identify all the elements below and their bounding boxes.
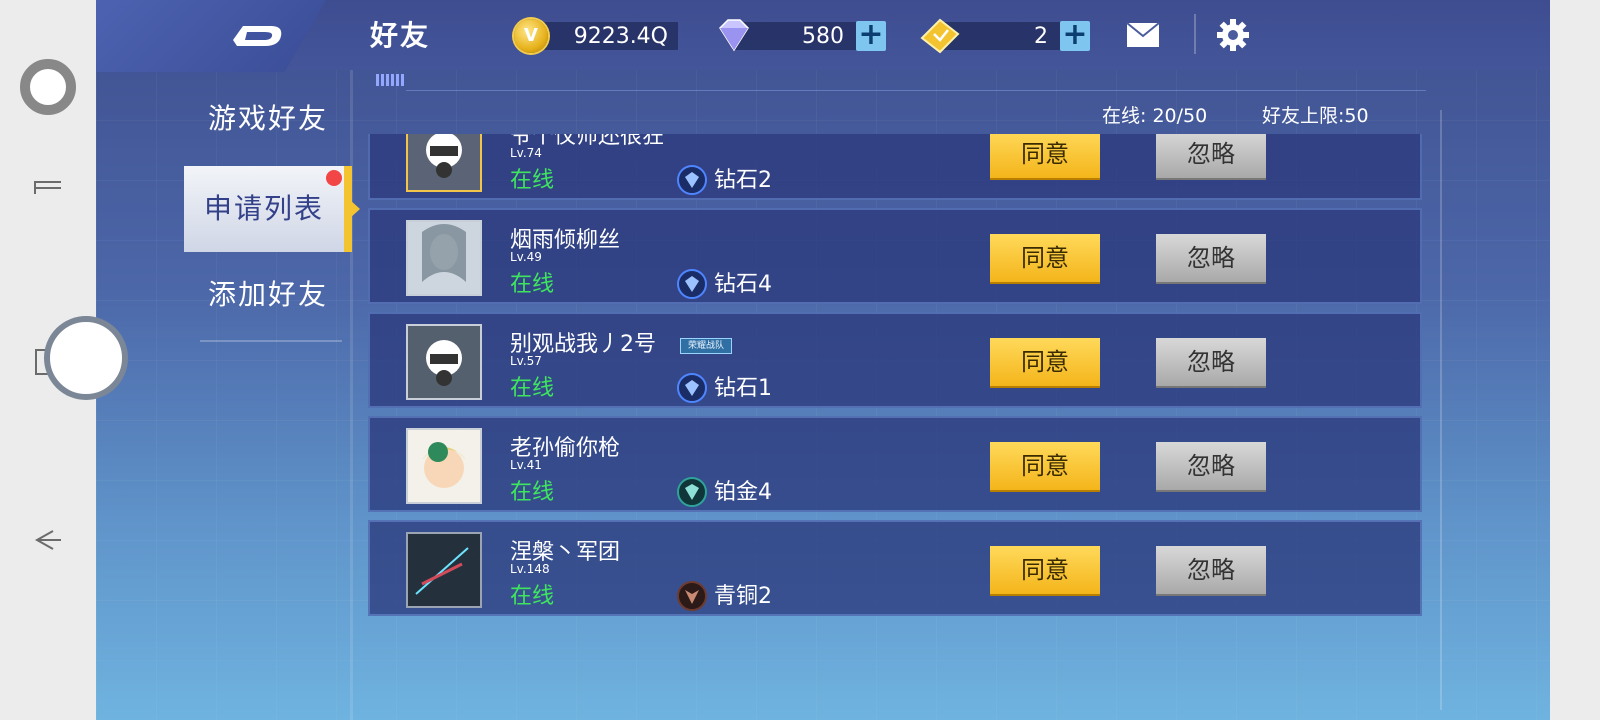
rank-diamond-icon [677, 373, 707, 403]
diamond-value: 580 [802, 24, 844, 49]
online-count: 在线: 20/50 [1102, 101, 1207, 128]
coin-icon: V [514, 19, 548, 53]
ignore-button[interactable]: 忽略 [1156, 134, 1266, 178]
ticket-counter: 2 + [920, 18, 1090, 54]
rank-label: 钻石1 [714, 376, 772, 401]
friend-level: Lv.74 [510, 146, 542, 160]
gear-icon[interactable] [1216, 18, 1250, 52]
limit-label: 好友上限: [1262, 105, 1345, 127]
friend-level: Lv.49 [510, 250, 542, 264]
friend-level: Lv.41 [510, 458, 542, 472]
online-status: 在线 [510, 168, 555, 193]
agree-button[interactable]: 同意 [990, 134, 1100, 178]
floating-ball-icon[interactable] [0, 59, 96, 115]
game-screen: 好友 V 9223.4Q 580 + 2 + 游戏好友 申请列表 添加好友 在线… [96, 0, 1550, 720]
d-logo-icon [233, 26, 282, 46]
friend-level: Lv.57 [510, 354, 542, 368]
rank-bronze-icon [677, 581, 707, 611]
add-ticket-button[interactable]: + [1060, 20, 1090, 51]
rank-label: 钻石2 [714, 168, 772, 193]
avatar[interactable] [406, 324, 482, 400]
back-icon[interactable] [0, 520, 96, 560]
rank-diamond-icon [677, 269, 707, 299]
rank-label: 青铜2 [714, 584, 772, 609]
team-badge: 荣耀战队 [680, 338, 732, 354]
list-item: 老孙偷你枪 Lv.41 在线 铂金4 同意 忽略 [368, 416, 1422, 512]
agree-button[interactable]: 同意 [990, 546, 1100, 594]
online-label: 在线: [1102, 105, 1147, 127]
list-item: 涅槃丶军团 Lv.148 在线 青铜2 同意 忽略 [368, 520, 1422, 616]
coin-counter: V 9223.4Q [514, 19, 678, 53]
diamond-icon [719, 19, 749, 52]
header-line [406, 90, 1426, 91]
ticket-icon [920, 18, 960, 54]
page-title: 好友 [370, 19, 431, 52]
diamond-counter: 580 + [719, 19, 886, 52]
limit-value: 50 [1344, 105, 1369, 127]
avatar[interactable] [406, 220, 482, 296]
tab-add-friend[interactable]: 添加好友 [184, 260, 352, 330]
avatar[interactable] [406, 532, 482, 608]
list-item: 烟雨倾柳丝 Lv.49 在线 钻石4 同意 忽略 [368, 208, 1422, 304]
request-list[interactable]: 爷个仪师还很狂 Lv.74 在线 钻石2 同意 忽略 烟雨倾柳丝 Lv.49 在… [368, 134, 1428, 628]
active-tab-arrow-icon [350, 200, 360, 218]
rank-diamond-icon [677, 165, 707, 195]
agree-button[interactable]: 同意 [990, 442, 1100, 490]
agree-button[interactable]: 同意 [990, 234, 1100, 282]
list-scrollbar[interactable] [1440, 110, 1442, 710]
ignore-button[interactable]: 忽略 [1156, 338, 1266, 386]
mail-icon[interactable] [1126, 22, 1160, 48]
friend-level: Lv.148 [510, 562, 550, 576]
rank-label: 钻石4 [714, 272, 772, 297]
rank-platinum-icon [677, 477, 707, 507]
tab-game-friends[interactable]: 游戏好友 [184, 84, 352, 154]
barcode-deco [376, 74, 404, 86]
floating-assist-button[interactable] [44, 316, 128, 400]
ticket-value: 2 [1034, 24, 1048, 49]
right-system-strip [1550, 0, 1600, 720]
list-item: 别观战我丿2号 荣耀战队 Lv.57 在线 钻石1 同意 忽略 [368, 312, 1422, 408]
avatar[interactable] [406, 428, 482, 504]
header-divider [1194, 14, 1196, 54]
friend-limit: 好友上限:50 [1262, 101, 1369, 128]
ignore-button[interactable]: 忽略 [1156, 234, 1266, 282]
online-status: 在线 [510, 272, 555, 297]
online-status: 在线 [510, 584, 555, 609]
rank-label: 铂金4 [714, 480, 772, 505]
ignore-button[interactable]: 忽略 [1156, 442, 1266, 490]
recent-apps-icon[interactable] [0, 165, 96, 205]
agree-button[interactable]: 同意 [990, 338, 1100, 386]
online-status: 在线 [510, 480, 555, 505]
tab-divider [200, 340, 342, 342]
ignore-button[interactable]: 忽略 [1156, 546, 1266, 594]
avatar[interactable] [406, 134, 482, 192]
coin-value: 9223.4Q [573, 24, 668, 49]
online-value: 20/50 [1152, 105, 1208, 127]
online-status: 在线 [510, 376, 555, 401]
list-item: 爷个仪师还很狂 Lv.74 在线 钻石2 同意 忽略 [368, 134, 1422, 200]
add-diamond-button[interactable]: + [856, 20, 886, 51]
notification-dot [326, 170, 342, 186]
